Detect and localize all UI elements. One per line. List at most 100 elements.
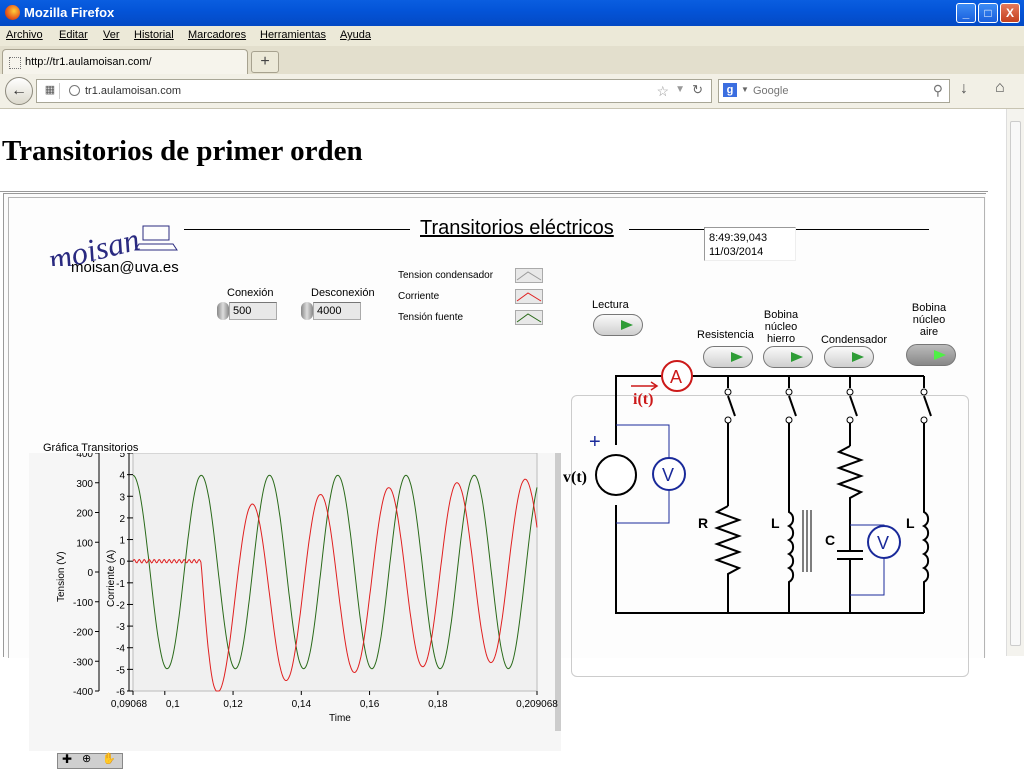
y-left-tick-label: 100 [76,538,93,549]
y-right-tick-label: 0 [119,557,125,568]
bobina-aire-label: Bobina núcleo aire [911,302,947,338]
title-rule-left [184,229,410,230]
x-tick-label: 0,209068 [516,699,558,710]
menu-ver[interactable]: Ver [103,29,120,41]
site-identity-icon[interactable]: ▦ [41,83,60,99]
downloads-arrow-icon[interactable]: ↓ [960,80,968,98]
bookmark-star-icon[interactable]: ☆ [656,83,669,100]
conexion-spinner[interactable] [217,302,229,320]
lectura-button[interactable] [593,314,643,336]
desconexion-control[interactable]: 4000 [301,302,365,320]
menu-editar[interactable]: Editar [59,29,88,41]
y-right-tick-label: -5 [116,665,125,676]
legend-line [516,292,542,302]
url-input[interactable] [85,83,645,99]
window-title-bar: Mozilla Firefox _ □ X [0,0,1024,26]
legend-line [516,271,542,281]
time-value: 8:49:39,043 [709,232,768,244]
circuit-diagram: + v(t) V A i(t) V R L C L [563,360,932,614]
search-bar[interactable]: g ▼ ⚲ [718,79,950,103]
lectura-label: Lectura [592,299,629,311]
y-right-tick-label: 2 [119,514,125,525]
history-dropdown-icon[interactable]: ▼ [675,84,685,95]
menu-archivo[interactable]: Archivo [6,29,43,41]
tab-label: http://tr1.aulamoisan.com/ [25,56,152,68]
legend-swatch-tension-condensador[interactable] [515,268,543,283]
menu-bar: Archivo Editar Ver Historial Marcadores … [0,26,1024,46]
voltage-source-icon [595,454,637,496]
x-tick-label: 0,12 [223,699,243,710]
desconexion-spinner[interactable] [301,302,313,320]
led-indicator-icon [621,320,633,330]
x-tick-label: 0,16 [360,699,380,710]
search-icon[interactable]: ⚲ [933,82,943,99]
legend-line [516,313,542,323]
y-left-tick-label: -300 [73,657,93,668]
menu-herramientas[interactable]: Herramientas [260,29,326,41]
svg-text:V: V [662,465,674,485]
cursor-move-icon[interactable]: ✚ [62,752,72,766]
y-right-tick-label: 4 [119,471,125,482]
graph-palette: ✚ ⊕ ✋ [57,752,123,769]
vertical-scrollbar[interactable] [1006,109,1024,656]
desconexion-label: Desconexión [311,287,375,299]
y-right-tick-label: -3 [116,622,125,633]
condensador-label: Condensador [820,334,888,346]
x-tick-label: 0,18 [428,699,448,710]
home-icon[interactable]: ⌂ [995,79,1005,97]
svg-text:A: A [670,367,682,387]
web-page: Transitorios de primer orden Transitorio… [0,109,1006,769]
minimize-button[interactable]: _ [956,3,976,23]
labview-panel: Transitorios eléctricos moisan moisan@uv… [3,193,986,769]
page-title: Transitorios de primer orden [2,135,363,167]
laptop-icon [134,225,178,251]
desconexion-value[interactable]: 4000 [313,302,361,320]
google-engine-icon[interactable]: g [723,83,737,97]
legend-swatch-tension-fuente[interactable] [515,310,543,325]
labview-front-panel: Transitorios eléctricos moisan moisan@uv… [8,197,985,769]
moisan-logo: moisan [45,221,178,266]
resistencia-label: Resistencia [697,329,754,341]
back-button[interactable]: ← [5,77,33,105]
y-left-tick-label: 400 [76,453,93,460]
bobina-hierro-label: Bobina núcleo hierro [763,309,799,345]
scrollbar-thumb[interactable] [1010,121,1021,646]
y-right-tick-label: -4 [116,644,125,655]
timestamp-display: 8:49:39,043 11/03/2014 [704,227,796,261]
svg-text:i(t): i(t) [633,391,653,408]
x-tick-label: 0,09068 [111,699,148,710]
firefox-icon [5,5,20,20]
reload-icon[interactable]: ↻ [692,82,703,98]
tab-aulamoisan[interactable]: http://tr1.aulamoisan.com/ [2,49,248,74]
tab-strip: http://tr1.aulamoisan.com/ + [0,46,1024,75]
engine-dropdown-icon[interactable]: ▼ [741,85,749,94]
svg-text:v(t): v(t) [563,469,587,486]
transient-chart: 400 300 200 100 0 -100 -200 -300 -400 5 4 3 2 1 0 -1 -2 -… [29,453,561,751]
maximize-button[interactable]: □ [978,3,998,23]
conexion-value[interactable]: 500 [229,302,277,320]
zoom-icon[interactable]: ⊕ [82,752,91,765]
svg-text:L: L [771,515,780,531]
menu-historial[interactable]: Historial [134,29,174,41]
y-left-tick-label: -100 [73,598,93,609]
conexion-label: Conexión [227,287,274,299]
page-favicon-icon [9,57,21,69]
address-bar[interactable]: ▦ ☆ ▼ ↻ [36,79,712,103]
new-tab-button[interactable]: + [251,51,279,73]
y-left-tick-label: 200 [76,509,93,520]
search-input[interactable] [753,83,913,99]
pan-hand-icon[interactable]: ✋ [102,752,116,765]
close-button[interactable]: X [1000,3,1020,23]
y-right-tick-label: 5 [119,453,125,460]
x-tick-label: 0,1 [166,699,180,710]
conexion-control[interactable]: 500 [217,302,281,320]
y-left-axis-title: Tension (V) [56,551,67,602]
menu-marcadores[interactable]: Marcadores [188,29,246,41]
divider [0,191,988,192]
legend-swatch-corriente[interactable] [515,289,543,304]
legend-label-tension-fuente: Tensión fuente [398,312,464,323]
legend-label-corriente: Corriente [398,291,440,302]
menu-ayuda[interactable]: Ayuda [340,29,371,41]
y-right-tick-label: 3 [119,492,125,503]
globe-icon [69,85,80,96]
